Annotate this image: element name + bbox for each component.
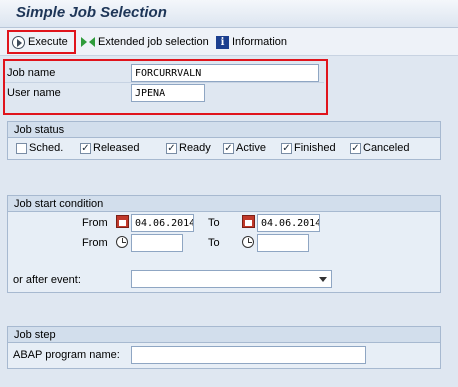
released-label: Released [93,142,140,154]
execute-button[interactable]: Execute [12,33,68,51]
sched-label: Sched. [29,142,64,154]
application-toolbar: Execute Extended job selection i Informa… [0,28,458,56]
finished-label: Finished [294,142,336,154]
active-checkbox[interactable]: ✓ Active [223,142,266,154]
from-date-label: From [82,217,108,229]
job-status-group: Job status [7,121,441,160]
canceled-label: Canceled [363,142,410,154]
user-name-label: User name [7,87,61,99]
to-time-label: To [208,237,220,249]
abap-program-label: ABAP program name: [13,349,120,361]
chevron-down-icon[interactable] [319,277,327,282]
from-date-field[interactable]: 04.06.2014 [131,214,194,232]
job-start-condition-title: Job start condition [8,196,440,212]
to-date-label: To [208,217,220,229]
event-label: or after event: [13,274,81,286]
from-time-field[interactable] [131,234,183,252]
checkbox-box: ✓ [281,142,292,154]
finished-checkbox[interactable]: ✓ Finished [281,142,336,154]
checkbox-box [16,142,27,154]
row-divider [4,82,324,83]
job-name-field[interactable]: FORCURRVALN [131,64,319,82]
event-dropdown[interactable] [131,270,332,288]
extended-selection-icon [81,36,95,48]
extended-label: Extended job selection [98,36,209,48]
to-time-field[interactable] [257,234,309,252]
calendar-icon[interactable] [242,215,255,228]
calendar-icon[interactable] [116,215,129,228]
checkbox-box: ✓ [223,142,234,154]
from-time-label: From [82,237,108,249]
page-title: Simple Job Selection [16,4,167,21]
checkbox-box: ✓ [80,142,91,154]
abap-program-field[interactable] [131,346,366,364]
information-button[interactable]: i Information [216,33,287,51]
extended-job-selection-button[interactable]: Extended job selection [81,33,209,51]
user-name-field[interactable]: JPENA [131,84,205,102]
job-status-title: Job status [8,122,440,138]
information-label: Information [232,36,288,48]
execute-icon [12,35,25,49]
information-icon: i [216,35,229,49]
clock-icon[interactable] [116,236,128,248]
ready-checkbox[interactable]: ✓ Ready [166,142,211,154]
to-date-field[interactable]: 04.06.2014 [257,214,320,232]
checkbox-box: ✓ [350,142,361,154]
clock-icon[interactable] [242,236,254,248]
job-name-label: Job name [7,67,56,79]
sched-checkbox[interactable]: Sched. [16,142,63,154]
released-checkbox[interactable]: ✓ Released [80,142,139,154]
active-label: Active [236,142,266,154]
title-bar: Simple Job Selection [0,0,458,28]
checkbox-box: ✓ [166,142,177,154]
canceled-checkbox[interactable]: ✓ Canceled [350,142,409,154]
job-step-title: Job step [8,327,440,343]
execute-label: Execute [28,36,68,48]
ready-label: Ready [179,142,211,154]
